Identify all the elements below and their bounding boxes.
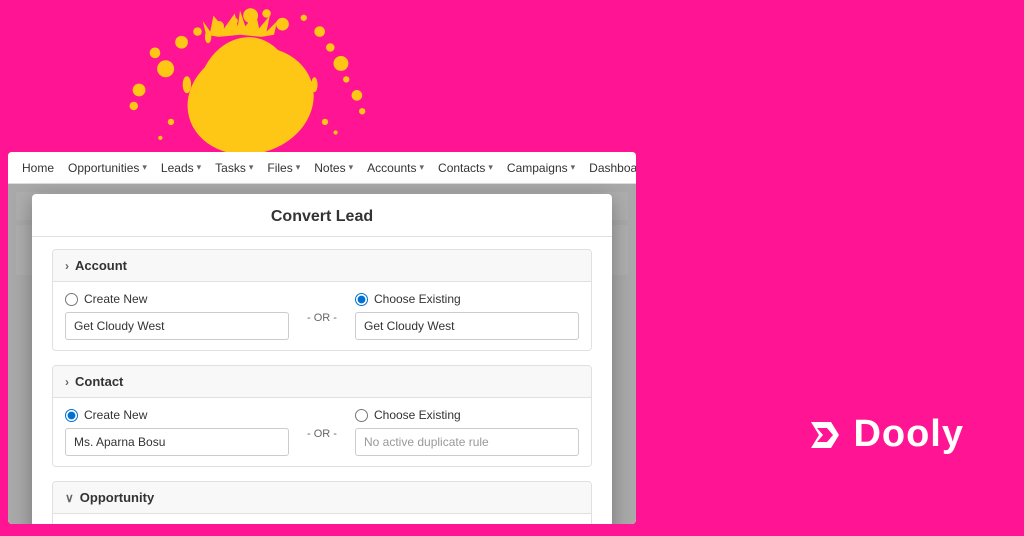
nav-bar: Convert Lead Home Opportunities ▾ Leads … bbox=[8, 152, 636, 184]
contact-chevron-icon: › bbox=[65, 375, 69, 389]
account-create-new-input[interactable] bbox=[65, 312, 289, 340]
contact-section-header[interactable]: › Contact bbox=[53, 366, 591, 398]
account-label: Account bbox=[75, 258, 127, 273]
account-existing-group: Choose Existing bbox=[355, 292, 579, 340]
contact-choose-existing-radio[interactable] bbox=[355, 409, 368, 422]
account-create-new-radio[interactable] bbox=[65, 293, 78, 306]
contact-existing-input[interactable] bbox=[355, 428, 579, 456]
contact-create-group: Create New bbox=[65, 408, 289, 456]
contact-create-new-radio[interactable] bbox=[65, 409, 78, 422]
account-section: › Account Create New - OR - bbox=[52, 249, 592, 351]
nav-tasks[interactable]: Tasks ▾ bbox=[209, 152, 259, 183]
nav-opportunities[interactable]: Opportunities ▾ bbox=[62, 152, 153, 183]
dooly-text: Dooly bbox=[853, 413, 964, 456]
contact-existing-group: Choose Existing bbox=[355, 408, 579, 456]
modal-body: › Account Create New - OR - bbox=[32, 237, 612, 524]
convert-lead-modal: Convert Lead › Account Create New bbox=[32, 194, 612, 524]
contact-choose-existing-label[interactable]: Choose Existing bbox=[355, 408, 579, 422]
nav-accounts[interactable]: Accounts ▾ bbox=[361, 152, 430, 183]
modal-overlay: Convert Lead › Account Create New bbox=[8, 184, 636, 524]
contact-section: › Contact Create New - OR - bbox=[52, 365, 592, 467]
nav-dashboards[interactable]: Dashboards ▾ bbox=[583, 152, 636, 183]
account-choose-existing-label[interactable]: Choose Existing bbox=[355, 292, 579, 306]
nav-notes[interactable]: Notes ▾ bbox=[308, 152, 359, 183]
opportunity-label: Opportunity bbox=[80, 490, 154, 505]
nav-files[interactable]: Files ▾ bbox=[261, 152, 306, 183]
nav-contacts[interactable]: Contacts ▾ bbox=[432, 152, 499, 183]
nav-campaigns[interactable]: Campaigns ▾ bbox=[501, 152, 581, 183]
dooly-logo-icon bbox=[803, 414, 845, 456]
contact-create-new-label[interactable]: Create New bbox=[65, 408, 289, 422]
contact-label: Contact bbox=[75, 374, 123, 389]
nav-leads[interactable]: Leads ▾ bbox=[155, 152, 207, 183]
account-create-group: Create New bbox=[65, 292, 289, 340]
opportunity-section: ∨ Opportunity Create New *Opportunity Na… bbox=[52, 481, 592, 524]
nav-home[interactable]: Home bbox=[16, 152, 60, 183]
account-existing-input[interactable] bbox=[355, 312, 579, 340]
account-create-new-label[interactable]: Create New bbox=[65, 292, 289, 306]
contact-create-new-input[interactable] bbox=[65, 428, 289, 456]
account-choose-existing-radio[interactable] bbox=[355, 293, 368, 306]
opportunity-section-content: Create New *Opportunity Name Don't creat… bbox=[53, 514, 591, 524]
modal-title: Convert Lead bbox=[271, 208, 373, 225]
account-chevron-icon: › bbox=[65, 259, 69, 273]
account-section-content: Create New - OR - Choose Existing bbox=[53, 282, 591, 350]
dooly-brand: Dooly bbox=[803, 413, 964, 456]
account-section-header[interactable]: › Account bbox=[53, 250, 591, 282]
crm-area: Convert Lead Home Opportunities ▾ Leads … bbox=[8, 152, 636, 524]
contact-or-divider: - OR - bbox=[299, 428, 345, 440]
contact-section-content: Create New - OR - Choose Existing bbox=[53, 398, 591, 466]
opportunity-chevron-icon: ∨ bbox=[65, 491, 74, 505]
modal-header: Convert Lead bbox=[32, 194, 612, 237]
opportunity-section-header[interactable]: ∨ Opportunity bbox=[53, 482, 591, 514]
account-or-divider: - OR - bbox=[299, 312, 345, 324]
